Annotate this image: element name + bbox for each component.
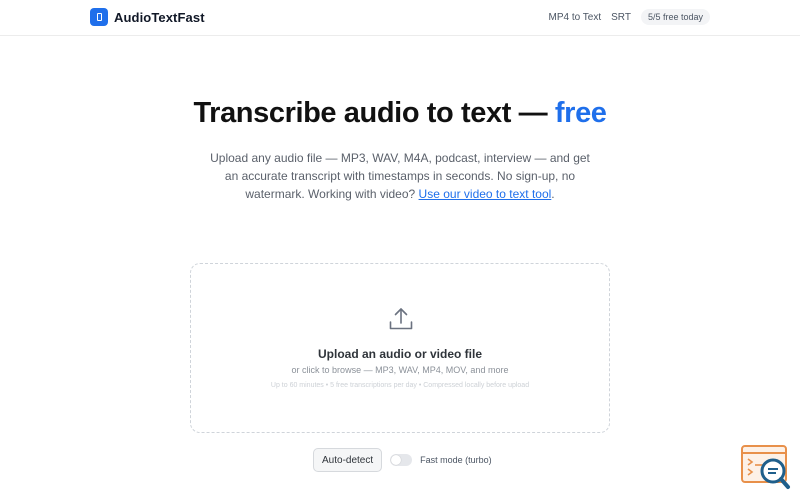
title-main: Transcribe audio to text — [193, 97, 555, 129]
upload-icon [389, 308, 413, 330]
top-header: AudioTextFast MP4 to Text SRT 5/5 free t… [0, 0, 800, 36]
brand-name: AudioTextFast [114, 9, 205, 25]
fast-mode-label: Fast mode (turbo) [420, 455, 492, 465]
upload-subtitle: or click to browse — MP3, WAV, MP4, MOV,… [291, 365, 509, 375]
upload-title: Upload an audio or video file [317, 347, 482, 361]
fast-mode-toggle[interactable] [390, 454, 413, 466]
nav-mp4-to-text[interactable]: MP4 to Text [549, 12, 602, 23]
search-document-icon[interactable] [740, 445, 792, 491]
top-nav: MP4 to Text SRT 5/5 free today [549, 9, 710, 25]
video-to-text-link[interactable]: Use our video to text tool [419, 187, 552, 201]
upload-dropzone[interactable]: Upload an audio or video file or click t… [190, 263, 610, 433]
language-select[interactable]: Auto-detect [313, 448, 383, 472]
subtitle-end: . [551, 187, 555, 201]
hero-subtitle: Upload any audio file — MP3, WAV, M4A, p… [205, 149, 595, 203]
title-accent: free [554, 97, 607, 129]
toggle-knob [391, 455, 402, 465]
brand[interactable]: AudioTextFast [90, 8, 205, 26]
page-title: Transcribe audio to text — free [0, 97, 800, 130]
upload-note: Up to 60 minutes • 5 free transcriptions… [270, 382, 530, 389]
options-bar: Auto-detect Fast mode (turbo) [313, 448, 492, 472]
quota-badge: 5/5 free today [640, 9, 710, 25]
file-icon [90, 8, 108, 26]
nav-srt[interactable]: SRT [611, 12, 631, 23]
